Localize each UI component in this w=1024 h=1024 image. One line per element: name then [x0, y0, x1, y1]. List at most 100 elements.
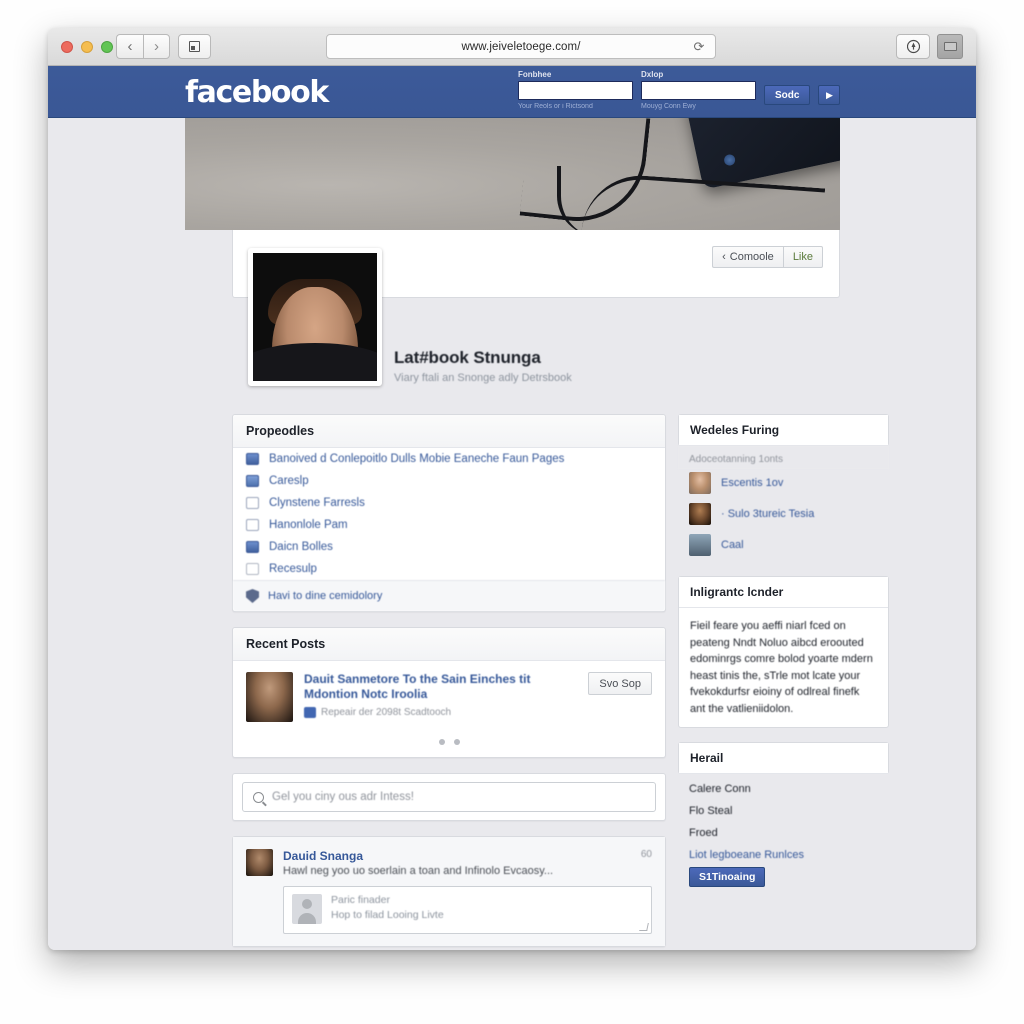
back-button[interactable]: ‹ [116, 34, 143, 59]
list-item[interactable]: Recesulp [233, 558, 665, 580]
sidebar-toggle-icon [189, 41, 200, 52]
default-avatar-icon [292, 894, 322, 924]
page-body: ‹ Comoole Like Lat#book Stnunga Viary ft… [48, 118, 976, 950]
like-button[interactable]: Like [782, 246, 823, 268]
pager-dot[interactable] [438, 739, 445, 745]
show-tabs-button[interactable] [937, 34, 963, 59]
info-card-header: Inligrantc lcnder [679, 577, 888, 608]
back-button-label: Comoole [729, 251, 774, 263]
sidebar-toggle-button[interactable] [178, 34, 211, 59]
friend-name[interactable]: Escentis 1ov [721, 477, 783, 489]
zoom-window-button[interactable] [101, 41, 113, 53]
herail-card-header: Herail [679, 743, 888, 774]
toolbar-right-buttons[interactable] [896, 34, 963, 59]
cover-photo[interactable] [185, 118, 840, 230]
recent-posts-header: Recent Posts [233, 628, 665, 661]
facebook-header: facebook Fonbhee Your Reols or i Rictson… [48, 66, 976, 118]
composer-line-2: Hop to filad Looing Livte [331, 909, 444, 921]
minimize-window-button[interactable] [81, 41, 93, 53]
forward-button[interactable]: › [143, 34, 170, 59]
herail-list-item[interactable]: Froed [689, 822, 878, 844]
comment-author-row: Dauid Snanga Hawl neg yoo uo soerlain a … [246, 849, 652, 877]
friend-avatar[interactable] [689, 503, 711, 525]
profile-avatar[interactable] [248, 248, 382, 386]
list-item-label: Banoived d Conlepoitlo Dulls Mobie Eanec… [269, 453, 565, 465]
password-sublabel: Mouyg Conn Ewy [641, 103, 696, 110]
cover-phone-object [683, 118, 840, 190]
chart-icon [246, 475, 259, 487]
properties-footer-label: Havi to dine cemidolory [268, 590, 383, 602]
right-column: Wedeles Furing Adoceotanning 1onts Escen… [678, 414, 889, 895]
comment-card-body: Dauid Snanga Hawl neg yoo uo soerlain a … [233, 837, 665, 946]
comment-composer[interactable]: Paric finader Hop to filad Looing Livte [283, 886, 652, 934]
post-meta: Repeair der 2098t Scadtooch [304, 707, 577, 718]
profile-subtitle: Viary ftali an Snonge adly Detrsbook [394, 372, 572, 384]
reload-icon[interactable]: ⟳ [692, 40, 706, 54]
herail-button[interactable]: S1Tinoaing [689, 867, 766, 887]
friend-avatar[interactable] [689, 472, 711, 494]
friend-name[interactable]: Caal [721, 539, 744, 551]
info-card: Inligrantc lcnder Fieil feare you aeffi … [678, 576, 889, 728]
friend-row[interactable]: Escentis 1ov [678, 469, 889, 500]
email-input[interactable] [518, 81, 633, 100]
post-title[interactable]: Dauit Sanmetore To the Sain Einches tit … [304, 672, 577, 702]
comment-author-avatar[interactable] [246, 849, 273, 876]
search-placeholder: Gel you ciny ous adr Intess! [272, 791, 414, 803]
resize-handle-icon[interactable] [639, 923, 649, 931]
comment-card: Dauid Snanga Hawl neg yoo uo soerlain a … [232, 836, 666, 947]
browser-window: ‹ › www.jeiveletoege.com/ ⟳ facebook Fon… [48, 28, 976, 950]
recent-post-row[interactable]: Dauit Sanmetore To the Sain Einches tit … [233, 661, 665, 733]
friend-row[interactable]: · Sulo 3tureic Tesia [678, 500, 889, 531]
screenshot-root: ‹ › www.jeiveletoege.com/ ⟳ facebook Fon… [0, 0, 1024, 1024]
list-item-label: Careslp [269, 475, 309, 487]
herail-link[interactable]: Liot legboeane Runlces [689, 844, 878, 867]
friend-name[interactable]: · Sulo 3tureic Tesia [721, 508, 814, 520]
comment-text: Hawl neg yoo uo soerlain a toan and Infi… [283, 865, 554, 877]
navigation-buttons[interactable]: ‹ › [116, 34, 170, 59]
address-bar[interactable]: www.jeiveletoege.com/ ⟳ [326, 34, 716, 59]
password-input[interactable] [641, 81, 756, 100]
properties-card: Propeodles Banoived d Conlepoitlo Dulls … [232, 414, 666, 612]
search-card: Gel you ciny ous adr Intess! [232, 773, 666, 821]
post-action-button[interactable]: Svo Sop [588, 672, 652, 695]
window-icon [246, 563, 259, 575]
cover-cable-2 [580, 171, 826, 230]
properties-card-footer[interactable]: Havi to dine cemidolory [233, 580, 665, 611]
list-item-label: Recesulp [269, 563, 317, 575]
login-button[interactable]: Sodc [764, 85, 811, 105]
herail-list-item[interactable]: Calere Conn [689, 778, 878, 800]
search-input[interactable]: Gel you ciny ous adr Intess! [242, 782, 656, 812]
window-controls[interactable] [61, 41, 113, 53]
back-to-profile-button[interactable]: ‹ Comoole [712, 246, 783, 268]
header-extra-button[interactable]: ▶ [818, 85, 841, 105]
password-label: Dxlop [641, 70, 664, 79]
profile-actions[interactable]: ‹ Comoole Like [712, 246, 823, 268]
post-thumbnail [246, 672, 293, 722]
list-item[interactable]: Clynstene Farresls [233, 492, 665, 514]
list-item-label: Hanonlole Pam [269, 519, 348, 531]
email-label: Fonbhee [518, 70, 552, 79]
facebook-logo[interactable]: facebook [185, 75, 329, 110]
shield-icon [246, 589, 259, 603]
list-item[interactable]: Banoived d Conlepoitlo Dulls Mobie Eanec… [233, 448, 665, 470]
download-button[interactable] [896, 34, 930, 59]
list-item[interactable]: Careslp [233, 470, 665, 492]
list-item[interactable]: Hanonlole Pam [233, 514, 665, 536]
search-icon [253, 791, 264, 803]
friends-card-header-wrap: Wedeles Furing [678, 414, 889, 446]
friend-avatar[interactable] [689, 534, 711, 556]
herail-list-item[interactable]: Flo Steal [689, 800, 878, 822]
check-icon [246, 519, 259, 531]
herail-card-body: Calere Conn Flo Steal Froed Liot legboea… [678, 774, 889, 895]
email-field-group: Fonbhee Your Reols or i Rictsond [518, 70, 633, 110]
comment-author-name[interactable]: Dauid Snanga [283, 849, 631, 863]
friends-subheader: Adoceotanning 1onts [678, 446, 889, 469]
info-card-body: Fieil feare you aeffi niarl fced on peat… [690, 620, 873, 715]
list-item[interactable]: Daicn Bolles [233, 536, 665, 558]
friend-row[interactable]: Caal [678, 531, 889, 562]
carousel-pager[interactable] [233, 733, 665, 757]
close-window-button[interactable] [61, 41, 73, 53]
friends-card-body: Adoceotanning 1onts Escentis 1ov · Sulo … [678, 446, 889, 562]
pager-dot[interactable] [453, 739, 460, 745]
list-item-label: Clynstene Farresls [269, 497, 365, 509]
